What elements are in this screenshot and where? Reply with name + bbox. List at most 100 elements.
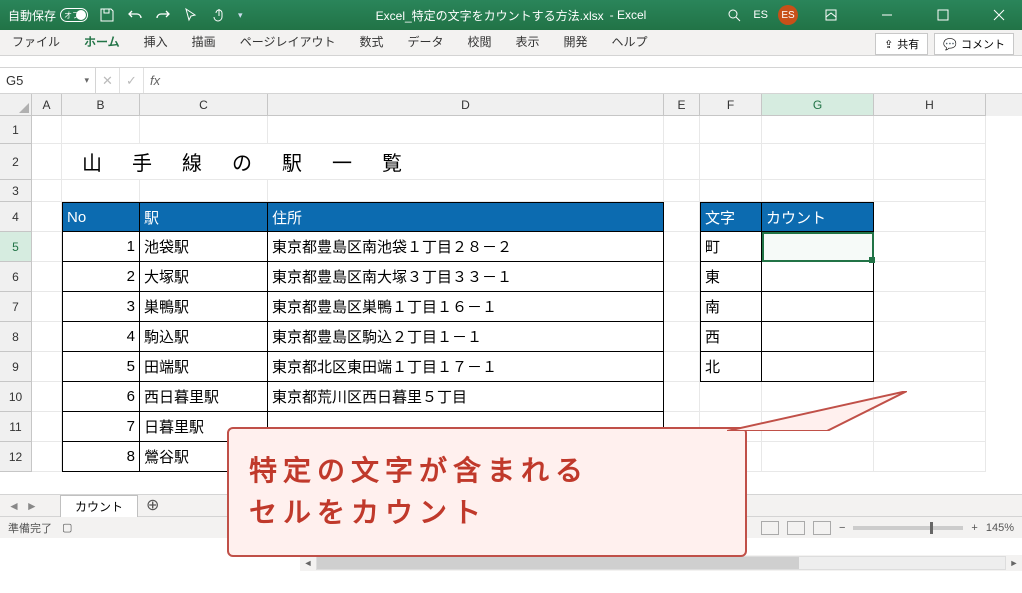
col-header-A[interactable]: A bbox=[32, 94, 62, 116]
cell-no[interactable]: 3 bbox=[62, 292, 140, 322]
cell[interactable] bbox=[268, 116, 664, 144]
row-header[interactable]: 5 bbox=[0, 232, 32, 262]
cell-address[interactable]: 東京都北区東田端１丁目１７－１ bbox=[268, 352, 664, 382]
cell-no[interactable]: 5 bbox=[62, 352, 140, 382]
autosave-toggle[interactable]: 自動保存 オフ bbox=[8, 7, 88, 24]
col-header-G[interactable]: G bbox=[762, 94, 874, 116]
cell[interactable] bbox=[664, 202, 700, 232]
table-header-station[interactable]: 駅 bbox=[140, 202, 268, 232]
cell[interactable] bbox=[664, 262, 700, 292]
cell[interactable] bbox=[874, 352, 986, 382]
qat-dropdown-icon[interactable]: ▾ bbox=[238, 10, 243, 21]
cancel-formula-icon[interactable]: ✕ bbox=[96, 68, 120, 93]
page-layout-view-icon[interactable] bbox=[787, 521, 805, 535]
redo-icon[interactable] bbox=[154, 6, 172, 24]
cell-count[interactable] bbox=[762, 232, 874, 262]
cell-no[interactable]: 6 bbox=[62, 382, 140, 412]
cell[interactable] bbox=[762, 144, 874, 180]
cell[interactable] bbox=[874, 262, 986, 292]
cell[interactable] bbox=[874, 116, 986, 144]
cell-count[interactable] bbox=[762, 262, 874, 292]
cell-station[interactable]: 西日暮里駅 bbox=[140, 382, 268, 412]
save-icon[interactable] bbox=[98, 6, 116, 24]
cell[interactable] bbox=[664, 144, 700, 180]
row-header[interactable]: 9 bbox=[0, 352, 32, 382]
cell[interactable] bbox=[664, 322, 700, 352]
cell[interactable] bbox=[700, 180, 762, 202]
cell[interactable] bbox=[762, 116, 874, 144]
add-sheet-icon[interactable]: ⊕ bbox=[138, 498, 167, 514]
scroll-left-icon[interactable]: ◄ bbox=[300, 556, 316, 570]
cell[interactable] bbox=[874, 232, 986, 262]
row-header[interactable]: 2 bbox=[0, 144, 32, 180]
cell[interactable] bbox=[762, 442, 874, 472]
cell-station[interactable]: 大塚駅 bbox=[140, 262, 268, 292]
cell[interactable] bbox=[664, 116, 700, 144]
cell-no[interactable]: 8 bbox=[62, 442, 140, 472]
cell[interactable] bbox=[874, 292, 986, 322]
row-header[interactable]: 3 bbox=[0, 180, 32, 202]
cell[interactable] bbox=[664, 382, 700, 412]
cell[interactable] bbox=[762, 180, 874, 202]
cell-char[interactable]: 町 bbox=[700, 232, 762, 262]
cell[interactable] bbox=[32, 180, 62, 202]
fx-icon[interactable]: fx bbox=[144, 73, 166, 88]
cell-no[interactable]: 4 bbox=[62, 322, 140, 352]
close-icon[interactable] bbox=[976, 0, 1022, 30]
sheet-next-icon[interactable]: ► bbox=[26, 499, 38, 513]
cell[interactable] bbox=[874, 322, 986, 352]
touch-icon[interactable] bbox=[210, 6, 228, 24]
zoom-out-icon[interactable]: − bbox=[839, 522, 845, 534]
cell-char[interactable]: 西 bbox=[700, 322, 762, 352]
table-header-count[interactable]: カウント bbox=[762, 202, 874, 232]
tab-review[interactable]: 校閲 bbox=[455, 28, 503, 55]
cell-char[interactable]: 南 bbox=[700, 292, 762, 322]
tab-formulas[interactable]: 数式 bbox=[347, 28, 395, 55]
tab-help[interactable]: ヘルプ bbox=[600, 28, 660, 55]
search-icon[interactable] bbox=[725, 6, 743, 24]
pointer-icon[interactable] bbox=[182, 6, 200, 24]
tab-file[interactable]: ファイル bbox=[0, 28, 72, 55]
cell-station[interactable]: 巣鴨駅 bbox=[140, 292, 268, 322]
share-button[interactable]: ⇪共有 bbox=[875, 33, 928, 55]
sheet-prev-icon[interactable]: ◄ bbox=[8, 499, 20, 513]
row-header[interactable]: 11 bbox=[0, 412, 32, 442]
cell[interactable] bbox=[664, 292, 700, 322]
cell[interactable] bbox=[874, 442, 986, 472]
cell-station[interactable]: 駒込駅 bbox=[140, 322, 268, 352]
sheet-title[interactable]: 山手線の駅一覧 bbox=[62, 144, 664, 180]
autosave-toggle-switch[interactable]: オフ bbox=[60, 8, 88, 22]
cell[interactable] bbox=[874, 202, 986, 232]
page-break-view-icon[interactable] bbox=[813, 521, 831, 535]
zoom-level[interactable]: 145% bbox=[986, 522, 1014, 534]
tab-data[interactable]: データ bbox=[395, 28, 455, 55]
cell[interactable] bbox=[62, 180, 140, 202]
cell[interactable] bbox=[32, 262, 62, 292]
normal-view-icon[interactable] bbox=[761, 521, 779, 535]
col-header-D[interactable]: D bbox=[268, 94, 664, 116]
row-header[interactable]: 12 bbox=[0, 442, 32, 472]
row-header[interactable]: 10 bbox=[0, 382, 32, 412]
cell-no[interactable]: 1 bbox=[62, 232, 140, 262]
cell[interactable] bbox=[268, 180, 664, 202]
cell[interactable] bbox=[32, 442, 62, 472]
user-avatar[interactable]: ES bbox=[778, 5, 798, 25]
cell-no[interactable]: 7 bbox=[62, 412, 140, 442]
col-header-F[interactable]: F bbox=[700, 94, 762, 116]
cell-address[interactable]: 東京都豊島区巣鴨１丁目１６－１ bbox=[268, 292, 664, 322]
maximize-icon[interactable] bbox=[920, 0, 966, 30]
select-all-button[interactable] bbox=[0, 94, 32, 116]
cell[interactable] bbox=[664, 180, 700, 202]
enter-formula-icon[interactable]: ✓ bbox=[120, 68, 144, 93]
col-header-C[interactable]: C bbox=[140, 94, 268, 116]
ribbon-options-icon[interactable] bbox=[808, 0, 854, 30]
name-box[interactable]: G5 ▾ bbox=[0, 68, 96, 93]
cell-char[interactable]: 北 bbox=[700, 352, 762, 382]
table-header-address[interactable]: 住所 bbox=[268, 202, 664, 232]
row-header[interactable]: 1 bbox=[0, 116, 32, 144]
cell-count[interactable] bbox=[762, 322, 874, 352]
row-header[interactable]: 6 bbox=[0, 262, 32, 292]
row-header[interactable]: 8 bbox=[0, 322, 32, 352]
cell-count[interactable] bbox=[762, 352, 874, 382]
scroll-right-icon[interactable]: ► bbox=[1006, 556, 1022, 570]
